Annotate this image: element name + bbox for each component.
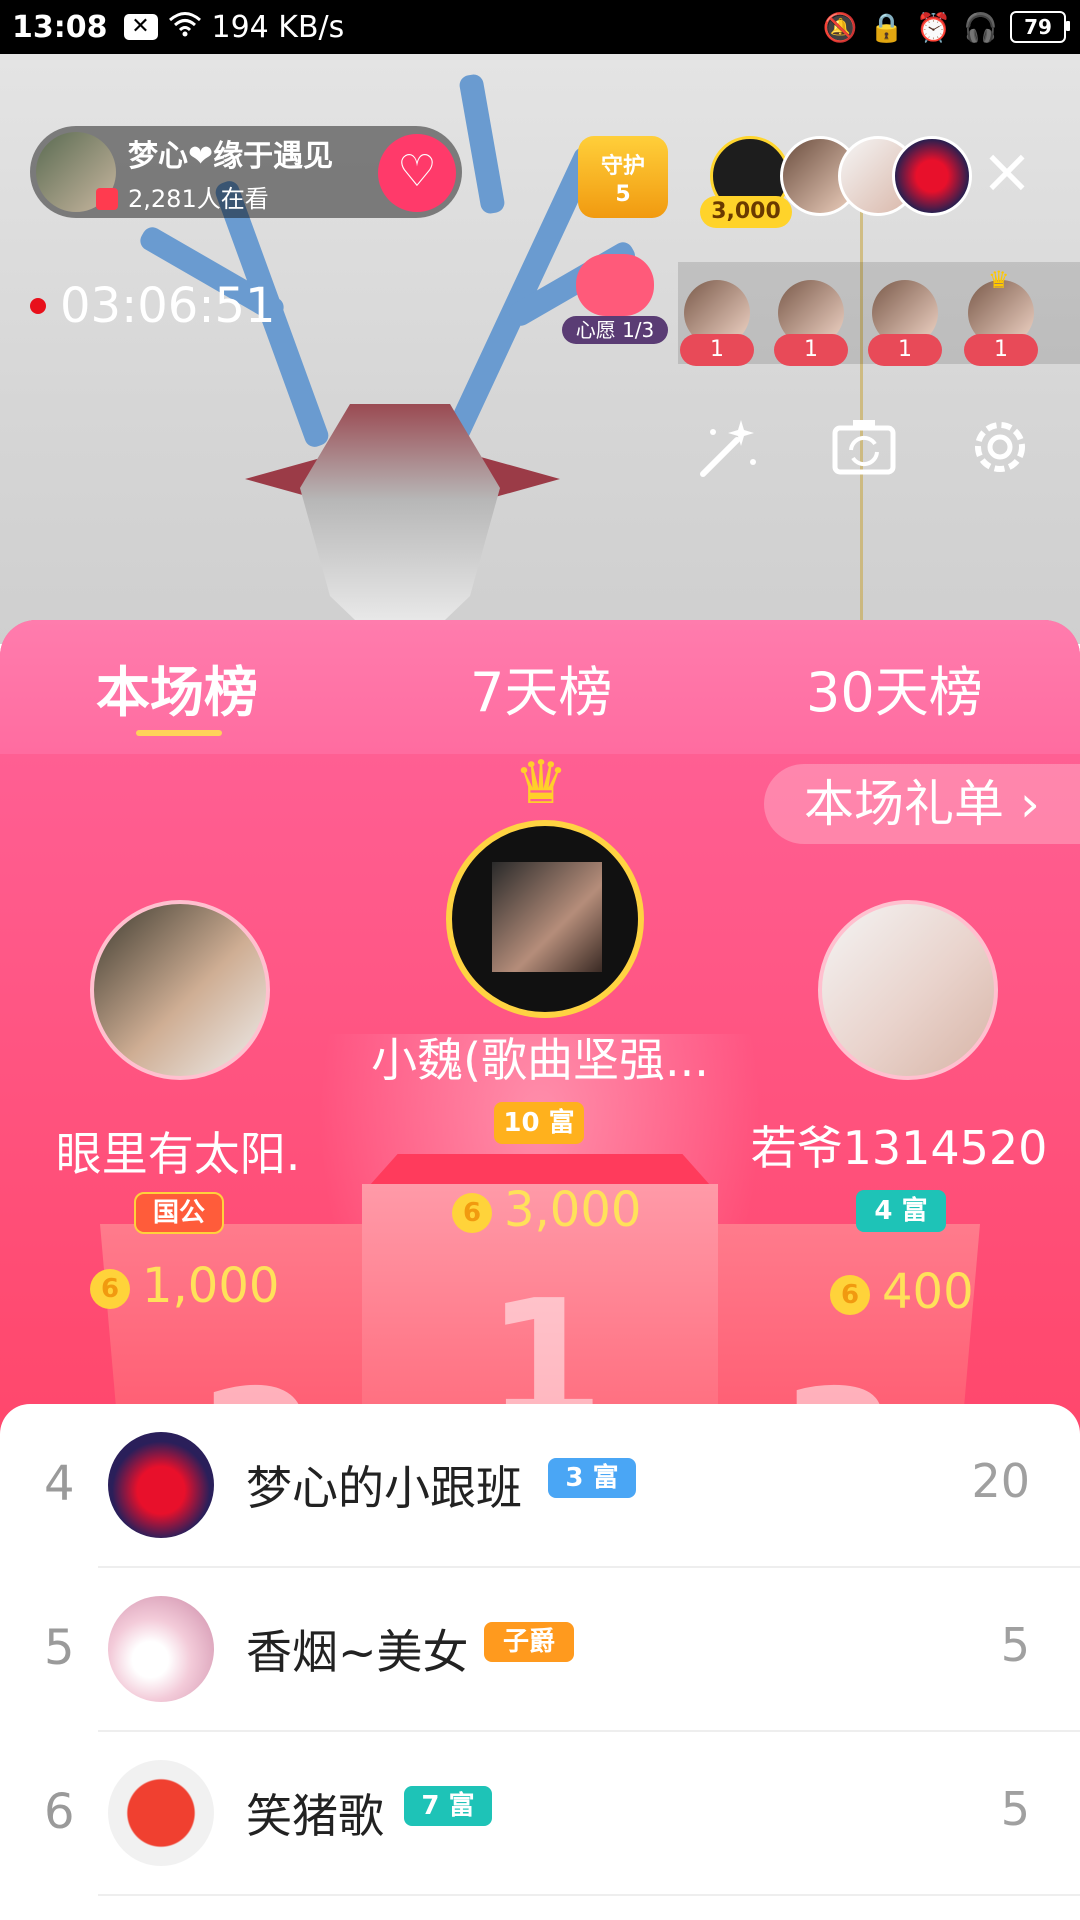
anchor-info-pill[interactable]: 梦心❤缘于遇见 2,281人在看 ♡ bbox=[30, 126, 462, 218]
anchor-text: 梦心❤缘于遇见 2,281人在看 bbox=[128, 131, 333, 214]
rank-number: 4 bbox=[44, 1456, 75, 1512]
fan-avatar[interactable] bbox=[892, 136, 972, 216]
gift-count: 1 bbox=[964, 334, 1038, 366]
user-avatar[interactable] bbox=[108, 1760, 214, 1866]
third-place-wealth-tag: 4 富 bbox=[856, 1190, 946, 1232]
battery-icon: 79 bbox=[1010, 11, 1070, 43]
wish-progress-label: 心愿 1/3 bbox=[562, 316, 668, 344]
user-avatar[interactable] bbox=[108, 1596, 214, 1702]
headphones-icon: 🎧 bbox=[963, 10, 998, 44]
alarm-icon: ⏰ bbox=[916, 10, 952, 44]
network-speed: 194 KB/s bbox=[211, 9, 345, 45]
switch-camera-icon[interactable] bbox=[826, 412, 902, 488]
coin-amount: 3,000 bbox=[504, 1182, 642, 1238]
coin-icon: 6 bbox=[90, 1269, 130, 1309]
heart-icon bbox=[576, 254, 654, 316]
rank-number: 6 bbox=[44, 1784, 75, 1840]
top-fan-coins: 3,000 bbox=[700, 196, 792, 228]
coin-icon: 6 bbox=[830, 1275, 870, 1315]
beauty-wand-icon[interactable] bbox=[690, 412, 766, 488]
gift-slot[interactable]: 1 bbox=[680, 280, 754, 366]
top-fans[interactable]: 3,000 bbox=[700, 136, 972, 228]
noble-tag: 子爵 bbox=[484, 1622, 574, 1662]
coin-amount: 400 bbox=[882, 1264, 974, 1320]
list-item[interactable]: 6 笑猪歌 7 富 5 bbox=[0, 1732, 1080, 1896]
user-avatar[interactable] bbox=[108, 1432, 214, 1538]
gift-list-button[interactable]: 本场礼单 › bbox=[764, 764, 1080, 844]
second-place-noble-tag: 国公 bbox=[134, 1192, 224, 1234]
deer-head-decoration bbox=[300, 404, 500, 644]
tab-7-days[interactable]: 7天榜 bbox=[470, 648, 612, 727]
coin-amount: 1,000 bbox=[142, 1258, 280, 1314]
avatar-image bbox=[492, 862, 602, 972]
first-place-wealth-tag: 10 富 bbox=[494, 1102, 584, 1144]
contribution-value: 20 bbox=[971, 1454, 1030, 1508]
third-place-avatar[interactable] bbox=[818, 900, 998, 1080]
contribution-value: 5 bbox=[1000, 1782, 1030, 1836]
guard-count: 5 bbox=[615, 182, 631, 207]
active-tab-indicator bbox=[136, 730, 222, 736]
live-duration: 03:06:51 bbox=[60, 278, 276, 334]
follow-heart-button[interactable]: ♡ bbox=[378, 134, 456, 212]
notification-x-icon: ✕ bbox=[123, 14, 158, 40]
first-place-avatar[interactable] bbox=[446, 820, 644, 1018]
lock-icon: 🔒 bbox=[869, 10, 905, 44]
third-place-coins: 6 400 bbox=[830, 1264, 974, 1320]
second-place-name[interactable]: 眼里有太阳. bbox=[40, 1118, 316, 1184]
first-place-name[interactable]: 小魏(歌曲坚强... bbox=[362, 1024, 718, 1090]
second-place-avatar[interactable] bbox=[90, 900, 270, 1080]
guard-label: 守护 bbox=[600, 154, 645, 179]
gift-count: 1 bbox=[868, 334, 942, 366]
viewer-count: 2,281人在看 bbox=[128, 184, 269, 213]
live-video-area[interactable]: 梦心❤缘于遇见 2,281人在看 ♡ 守护 5 3,000 × 03:06:51… bbox=[0, 54, 1080, 644]
wealth-tag: 7 富 bbox=[404, 1786, 492, 1826]
gift-slot[interactable]: 1 bbox=[774, 280, 848, 366]
status-bar: 13:08 ✕ 194 KB/s 🔕 🔒 ⏰ 🎧 79 bbox=[0, 0, 1080, 54]
gift-slot[interactable]: 1 bbox=[868, 280, 942, 366]
wifi-icon bbox=[168, 11, 202, 44]
ranking-tabs: 本场榜 7天榜 30天榜 bbox=[0, 620, 1080, 754]
bell-off-icon: 🔕 bbox=[822, 10, 858, 44]
crown-icon: ♛ bbox=[514, 748, 568, 818]
close-icon[interactable]: × bbox=[980, 140, 1034, 202]
user-name: 梦心的小跟班 bbox=[246, 1461, 522, 1515]
anchor-avatar[interactable] bbox=[36, 132, 118, 212]
gift-count: 1 bbox=[774, 334, 848, 366]
user-name: 香烟~美女 bbox=[246, 1625, 469, 1679]
guard-badge[interactable]: 守护 5 bbox=[578, 136, 668, 218]
user-name: 笑猪歌 bbox=[246, 1789, 384, 1843]
second-place-coins: 6 1,000 bbox=[90, 1258, 279, 1314]
crown-icon: ♛ bbox=[988, 266, 1010, 294]
gift-recipient-row[interactable]: 1 1 1 ♛ 1 bbox=[678, 262, 1080, 366]
ranking-list: 4 梦心的小跟班 3 富 20 5 香烟~美女 子爵 5 6 笑猪歌 7 富 5 bbox=[0, 1404, 1080, 1920]
coin-icon: 6 bbox=[452, 1193, 492, 1233]
rank-number: 5 bbox=[44, 1620, 75, 1676]
recording-dot-icon bbox=[30, 298, 46, 314]
settings-gear-icon[interactable] bbox=[962, 412, 1038, 488]
live-mini-icon bbox=[96, 188, 118, 210]
status-time: 13:08 bbox=[12, 9, 108, 45]
contribution-value: 5 bbox=[1000, 1618, 1030, 1672]
third-place-name[interactable]: 若爷1314520 bbox=[744, 1112, 1054, 1178]
wire-decoration bbox=[860, 154, 863, 634]
wish-widget[interactable]: 心愿 1/3 bbox=[562, 254, 668, 346]
tab-30-days[interactable]: 30天榜 bbox=[806, 648, 983, 727]
tab-current-session[interactable]: 本场榜 bbox=[96, 648, 258, 727]
wealth-tag: 3 富 bbox=[548, 1458, 636, 1498]
list-item[interactable]: 4 梦心的小跟班 3 富 20 bbox=[0, 1404, 1080, 1568]
first-place-coins: 6 3,000 bbox=[452, 1182, 641, 1238]
divider bbox=[98, 1894, 1080, 1896]
gift-count: 1 bbox=[680, 334, 754, 366]
anchor-name: 梦心❤缘于遇见 bbox=[128, 138, 334, 174]
list-item[interactable]: 5 香烟~美女 子爵 5 bbox=[0, 1568, 1080, 1732]
gift-slot[interactable]: ♛ 1 bbox=[964, 266, 1038, 366]
antler-decoration bbox=[458, 72, 506, 216]
